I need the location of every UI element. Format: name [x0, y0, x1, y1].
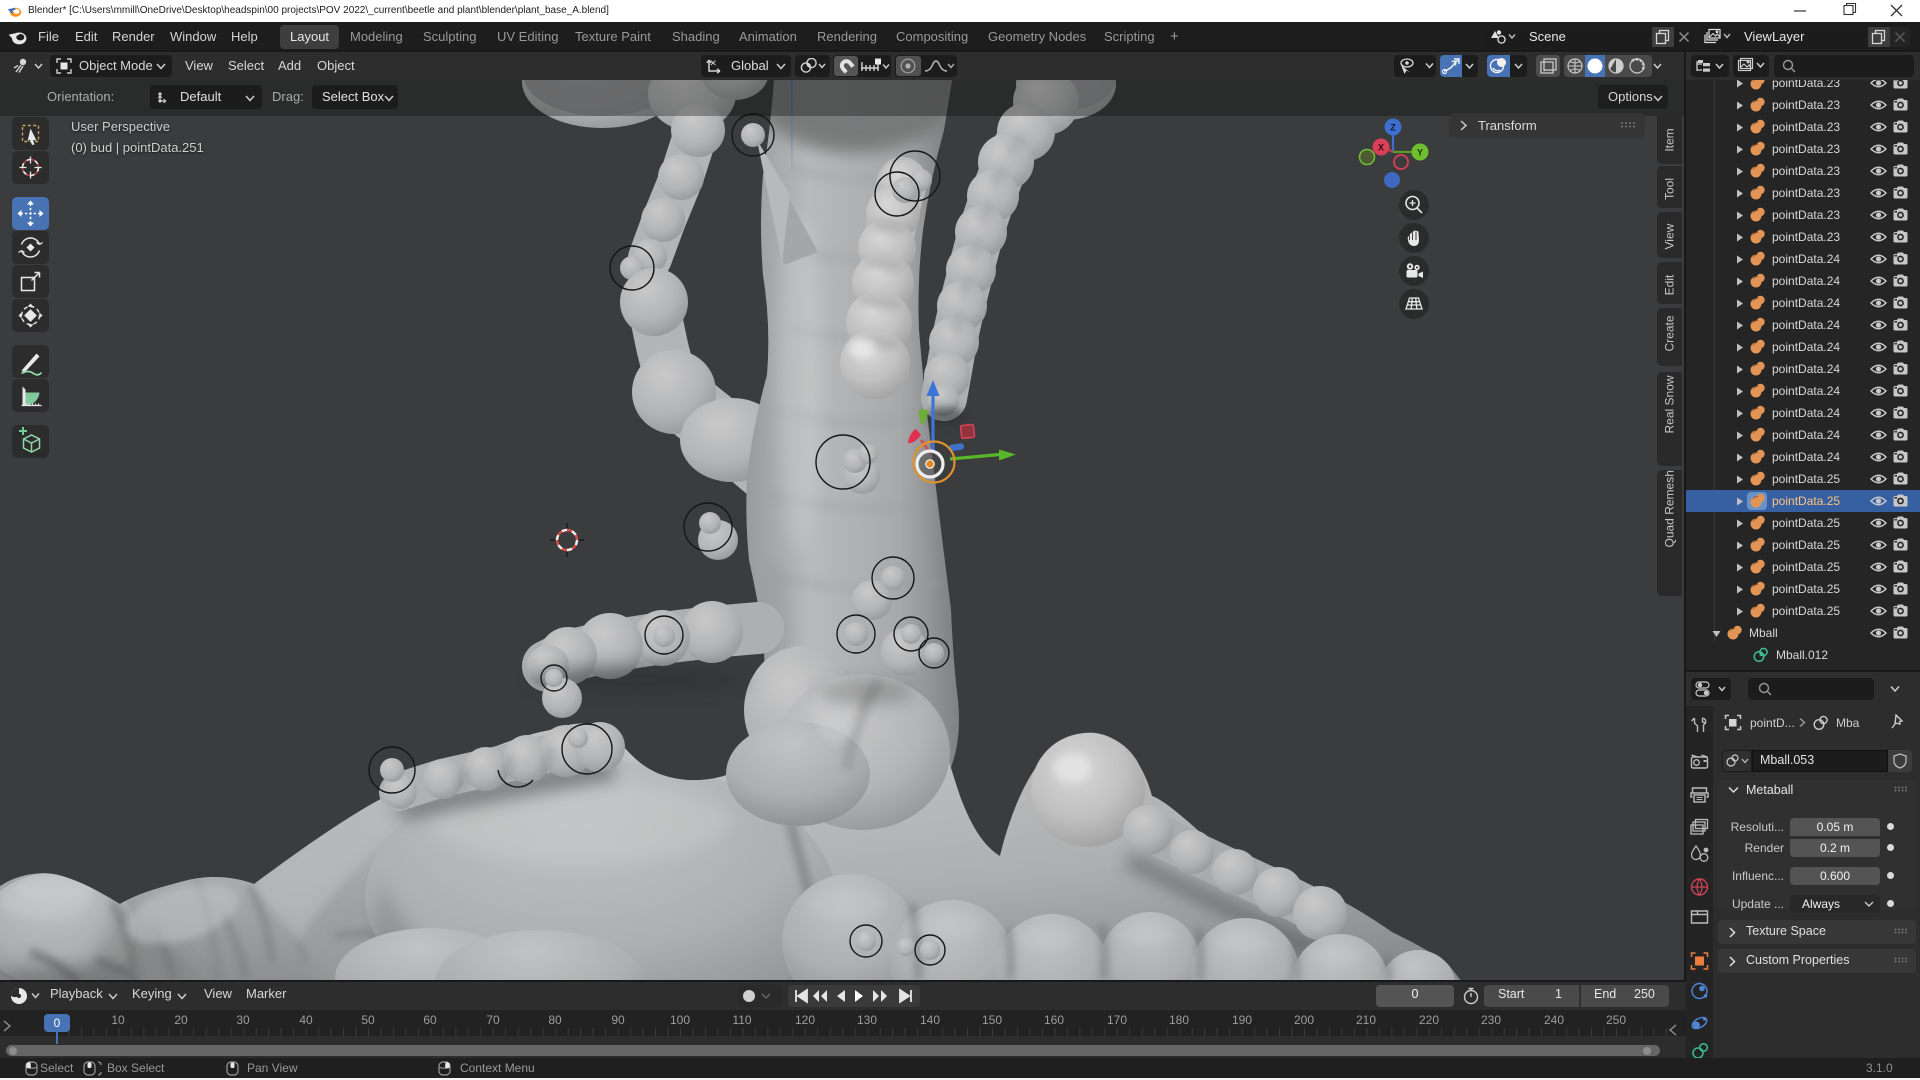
svg-text:Y: Y [1417, 148, 1423, 158]
svg-text:X: X [1378, 143, 1384, 153]
svg-text:Z: Z [1390, 123, 1396, 133]
